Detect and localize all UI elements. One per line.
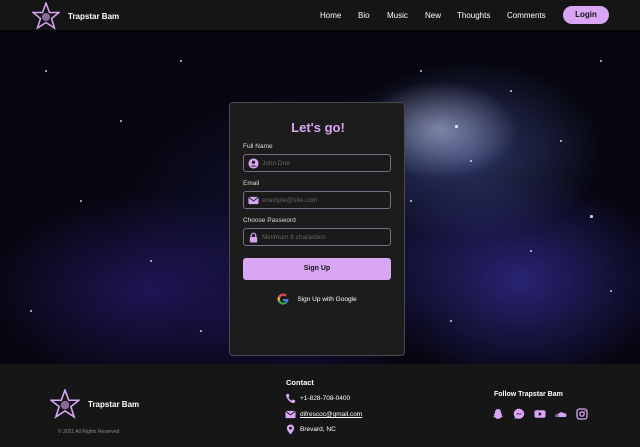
google-icon <box>277 293 289 305</box>
instagram-icon[interactable] <box>576 408 588 420</box>
login-button[interactable]: Login <box>563 6 609 24</box>
contact-location: Brevard, NC <box>285 424 336 435</box>
nav-bio[interactable]: Bio <box>358 11 370 20</box>
lock-icon <box>249 232 258 243</box>
star-logo-icon <box>32 2 60 30</box>
google-signup-button[interactable]: Sign Up with Google <box>243 288 391 310</box>
contact-email[interactable]: difrescoc@gmail.com <box>285 409 362 420</box>
password-label: Choose Password <box>243 217 296 224</box>
messenger-icon[interactable] <box>513 408 525 420</box>
location-text: Brevard, NC <box>300 426 336 433</box>
email-label: Email <box>243 180 260 187</box>
full-name-label: Full Name <box>243 143 273 150</box>
nav-new[interactable]: New <box>425 11 441 20</box>
email-link[interactable]: difrescoc@gmail.com <box>300 411 362 418</box>
email-input[interactable] <box>262 194 386 206</box>
contact-heading: Contact <box>286 378 314 387</box>
top-navbar: Trapstar Bam Home Bio Music New Thoughts… <box>0 0 640 30</box>
galaxy-background: Let's go! Full Name Email Choose Passwor… <box>0 30 640 364</box>
snapchat-icon[interactable] <box>492 408 504 420</box>
phone-icon <box>285 393 296 404</box>
email-field[interactable] <box>243 191 391 209</box>
phone-text: +1-828-708-0400 <box>300 395 351 402</box>
contact-phone[interactable]: +1-828-708-0400 <box>285 393 350 404</box>
google-signup-label: Sign Up with Google <box>297 295 357 303</box>
user-icon <box>248 158 259 169</box>
signup-button[interactable]: Sign Up <box>243 258 391 280</box>
password-input[interactable] <box>262 231 386 243</box>
envelope-icon <box>285 410 296 419</box>
youtube-icon[interactable] <box>534 408 546 420</box>
signup-card: Let's go! Full Name Email Choose Passwor… <box>229 102 405 356</box>
nav-comments[interactable]: Comments <box>507 11 546 20</box>
star-logo-icon[interactable] <box>50 389 80 419</box>
social-links <box>492 408 597 420</box>
nav-music[interactable]: Music <box>387 11 408 20</box>
follow-heading: Follow Trapstar Bam <box>494 391 563 398</box>
map-pin-icon <box>286 424 295 435</box>
brand-name: Trapstar Bam <box>68 11 120 21</box>
nav-thoughts[interactable]: Thoughts <box>457 11 490 20</box>
full-name-input[interactable] <box>262 157 386 169</box>
footer-brand-name: Trapstar Bam <box>88 400 140 409</box>
copyright-text: © 2021 All Rights Reserved <box>58 429 120 435</box>
signup-title: Let's go! <box>291 120 345 135</box>
footer: Trapstar Bam © 2021 All Rights Reserved … <box>0 364 640 447</box>
password-field[interactable] <box>243 228 391 246</box>
envelope-icon <box>248 196 259 205</box>
full-name-field[interactable] <box>243 154 391 172</box>
soundcloud-icon[interactable] <box>555 408 567 420</box>
brand[interactable]: Trapstar Bam <box>32 2 119 30</box>
nav-home[interactable]: Home <box>320 11 341 20</box>
